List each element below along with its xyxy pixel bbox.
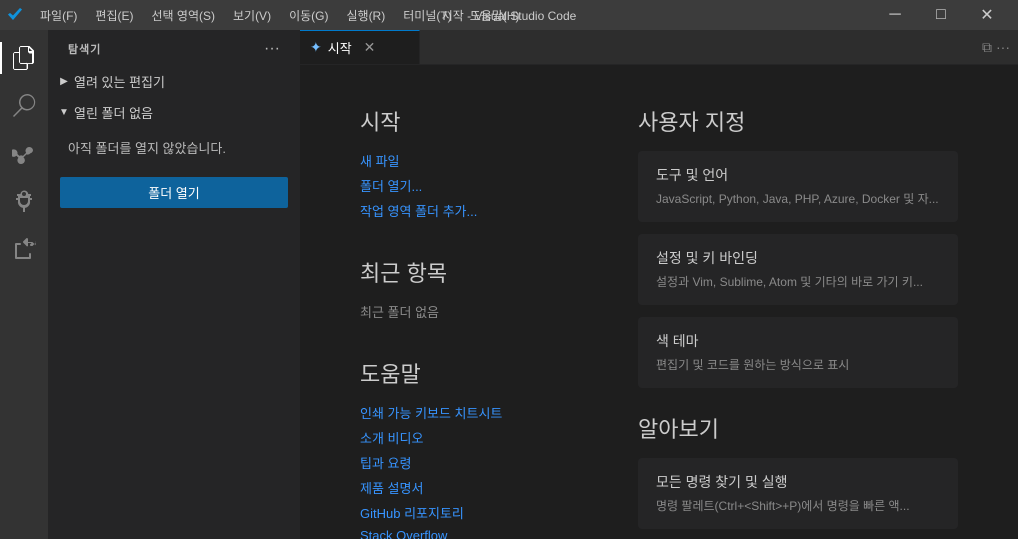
color-theme-title: 색 테마 [656,331,940,351]
welcome-recent-section: 최근 항목 최근 폴더 없음 [360,256,578,321]
activity-bar [0,30,48,539]
chevron-right-icon: ▶ [56,74,72,90]
welcome-help-section: 도움말 인쇄 가능 키보드 치트시트 소개 비디오 팁과 요령 제품 설명서 G… [360,357,578,539]
more-actions-icon[interactable]: ··· [996,39,1010,55]
learn-section: 알아보기 모든 명령 찾기 및 실행 명령 팔레트(Ctrl+<Shift>+P… [638,412,958,539]
chevron-down-icon: ▼ [56,105,72,121]
minimize-button[interactable]: ─ [872,0,918,30]
sidebar-no-folder-label: 열린 폴더 없음 [74,103,153,122]
tab-welcome[interactable]: ✦ 시작 ✕ [300,30,420,64]
main-layout: 탐색기 ··· ▶ 열려 있는 편집기 ▼ 열린 폴더 없음 아직 폴더를 열지… [0,30,1018,539]
tools-language-card[interactable]: 도구 및 언어 JavaScript, Python, Java, PHP, A… [638,151,958,222]
find-commands-title: 모든 명령 찾기 및 실행 [656,472,940,492]
menu-go[interactable]: 이동(G) [281,5,336,26]
tools-card-title: 도구 및 언어 [656,165,940,185]
open-folder-link[interactable]: 폴더 열기... [360,176,578,195]
add-workspace-link[interactable]: 작업 영역 폴더 추가... [360,201,578,220]
open-folder-button[interactable]: 폴더 열기 [60,177,288,208]
vscode-logo-icon [8,7,24,23]
close-button[interactable]: ✕ [964,0,1010,30]
menu-run[interactable]: 실행(R) [338,5,393,26]
settings-card-desc: 설정과 Vim, Sublime, Atom 및 기타의 바로 가기 키... [656,273,940,291]
sidebar-open-editors-header[interactable]: ▶ 열려 있는 편집기 [48,68,300,95]
settings-card-title: 설정 및 키 바인딩 [656,248,940,268]
color-theme-card[interactable]: 색 테마 편집기 및 코드를 원하는 방식으로 표시 [638,317,958,388]
tips-tricks-link[interactable]: 팁과 요령 [360,453,578,472]
titlebar: 파일(F) 편집(E) 선택 영역(S) 보기(V) 이동(G) 실행(R) 터… [0,0,1018,30]
color-theme-desc: 편집기 및 코드를 원하는 방식으로 표시 [656,356,940,374]
welcome-left-column: 시작 새 파일 폴더 열기... 작업 영역 폴더 추가... 최근 항목 최근… [360,105,578,499]
activity-search[interactable] [0,82,48,130]
product-docs-link[interactable]: 제품 설명서 [360,478,578,497]
keyboard-cheatsheet-link[interactable]: 인쇄 가능 키보드 치트시트 [360,403,578,422]
welcome-right-column: 사용자 지정 도구 및 언어 JavaScript, Python, Java,… [638,105,958,499]
no-folder-message: 아직 폴더를 열지 않았습니다. [48,126,300,169]
customize-section-title: 사용자 지정 [638,105,958,137]
tab-bar-actions: ⧉ ··· [974,30,1018,64]
titlebar-controls: ─ □ ✕ [872,0,1010,30]
activity-source-control[interactable] [0,130,48,178]
welcome-start-section: 시작 새 파일 폴더 열기... 작업 영역 폴더 추가... [360,105,578,220]
help-section-title: 도움말 [360,357,578,389]
find-commands-card[interactable]: 모든 명령 찾기 및 실행 명령 팔레트(Ctrl+<Shift>+P)에서 명… [638,458,958,529]
restore-button[interactable]: □ [918,0,964,30]
intro-video-link[interactable]: 소개 비디오 [360,428,578,447]
menu-selection[interactable]: 선택 영역(S) [143,5,223,26]
sidebar-no-folder-section: ▼ 열린 폴더 없음 아직 폴더를 열지 않았습니다. 폴더 열기 [48,97,300,218]
recent-section-title: 최근 항목 [360,256,578,288]
menu-file[interactable]: 파일(F) [32,5,85,26]
tools-card-desc: JavaScript, Python, Java, PHP, Azure, Do… [656,190,940,208]
sidebar-header: 탐색기 ··· [48,30,300,66]
sidebar-more-btn[interactable]: ··· [264,40,280,58]
stackoverflow-link[interactable]: Stack Overflow [360,528,578,539]
window-title: 시작 - Visual Studio Code [442,7,577,24]
new-file-link[interactable]: 새 파일 [360,151,578,170]
menu-view[interactable]: 보기(V) [225,5,279,26]
learn-section-title: 알아보기 [638,412,958,444]
settings-keybinding-card[interactable]: 설정 및 키 바인딩 설정과 Vim, Sublime, Atom 및 기타의 … [638,234,958,305]
tab-bar: ✦ 시작 ✕ ⧉ ··· [300,30,1018,65]
menu-edit[interactable]: 편집(E) [87,5,141,26]
sidebar-open-editors-label: 열려 있는 편집기 [74,72,165,91]
activity-extensions[interactable] [0,226,48,274]
split-editor-icon[interactable]: ⧉ [982,39,992,56]
find-commands-desc: 명령 팔레트(Ctrl+<Shift>+P)에서 명령을 빠른 액... [656,497,940,515]
tab-close-button[interactable]: ✕ [362,38,378,57]
content-area: ✦ 시작 ✕ ⧉ ··· 시작 새 파일 폴더 열기... 작업 영역 폴더 추… [300,30,1018,539]
sidebar: 탐색기 ··· ▶ 열려 있는 편집기 ▼ 열린 폴더 없음 아직 폴더를 열지… [48,30,300,539]
activity-explorer[interactable] [0,34,48,82]
start-section-title: 시작 [360,105,578,137]
sidebar-title: 탐색기 [68,41,101,57]
customize-section: 사용자 지정 도구 및 언어 JavaScript, Python, Java,… [638,105,958,388]
tab-welcome-label: 시작 [328,38,352,57]
sidebar-open-editors-section: ▶ 열려 있는 편집기 [48,66,300,97]
recent-empty-msg: 최근 폴더 없음 [360,305,439,320]
vscode-tab-icon: ✦ [310,39,322,56]
welcome-page: 시작 새 파일 폴더 열기... 작업 영역 폴더 추가... 최근 항목 최근… [300,65,1018,539]
activity-debug[interactable] [0,178,48,226]
github-repo-link[interactable]: GitHub 리포지토리 [360,503,578,522]
sidebar-no-folder-header[interactable]: ▼ 열린 폴더 없음 [48,99,300,126]
